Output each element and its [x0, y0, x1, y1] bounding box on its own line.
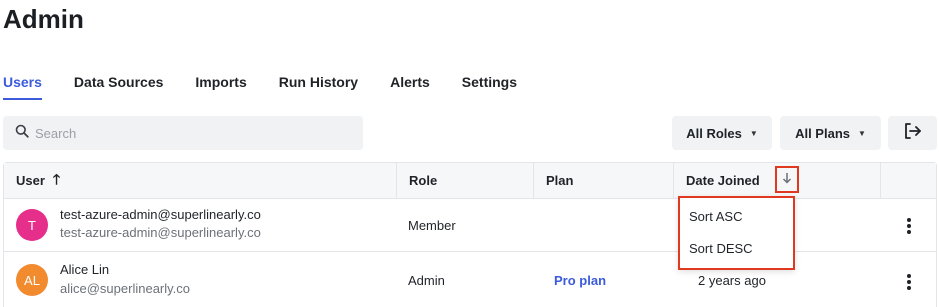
caret-down-icon: ▼	[858, 128, 866, 138]
sort-ascending-icon: 🡑	[52, 170, 61, 187]
user-role: Member	[408, 218, 456, 233]
user-name: Alice Lin	[60, 262, 110, 277]
column-label: Role	[409, 173, 438, 188]
user-role: Admin	[408, 273, 445, 288]
roles-filter-dropdown[interactable]: All Roles ▼	[672, 116, 772, 150]
user-email: alice@superlinearly.co	[60, 281, 191, 296]
search-input[interactable]	[35, 125, 335, 141]
sort-menu: Sort ASC Sort DESC	[678, 196, 795, 270]
arrow-down-icon	[782, 171, 792, 189]
roles-filter-label: All Roles	[686, 125, 742, 141]
tab-imports[interactable]: Imports	[195, 74, 246, 100]
avatar: AL	[16, 264, 48, 296]
column-header-plan[interactable]: Plan	[533, 163, 673, 198]
user-email: test-azure-admin@superlinearly.co	[60, 225, 261, 240]
sort-desc-option[interactable]: Sort DESC	[689, 241, 753, 256]
user-name: test-azure-admin@superlinearly.co	[60, 207, 261, 222]
more-options-icon[interactable]	[899, 216, 919, 236]
column-header-role[interactable]: Role	[396, 163, 533, 198]
tab-run-history[interactable]: Run History	[279, 74, 358, 100]
tab-settings[interactable]: Settings	[462, 74, 517, 100]
search-icon	[15, 124, 29, 143]
table-row[interactable]: T test-azure-admin@superlinearly.co test…	[4, 199, 936, 252]
tab-users[interactable]: Users	[3, 74, 42, 100]
page-title: Admin	[3, 4, 84, 34]
sort-asc-option[interactable]: Sort ASC	[689, 209, 742, 224]
search-box[interactable]	[3, 116, 363, 150]
tab-data-sources[interactable]: Data Sources	[74, 74, 163, 100]
plans-filter-dropdown[interactable]: All Plans ▼	[780, 116, 881, 150]
avatar: T	[16, 209, 48, 241]
column-label: User	[16, 173, 45, 188]
plans-filter-label: All Plans	[795, 125, 850, 141]
more-options-icon[interactable]	[899, 272, 919, 292]
tab-bar: Users Data Sources Imports Run History A…	[3, 74, 549, 100]
column-label: Date Joined	[686, 173, 760, 188]
caret-down-icon: ▼	[749, 128, 758, 138]
column-header-actions	[880, 163, 936, 198]
column-header-user[interactable]: User 🡑	[4, 163, 397, 198]
date-joined-sort-button[interactable]	[775, 166, 799, 193]
column-label: Plan	[546, 173, 574, 188]
user-plan-link[interactable]: Pro plan	[554, 273, 606, 288]
user-date-joined: 2 years ago	[698, 273, 766, 288]
logout-button[interactable]	[888, 116, 937, 150]
table-row[interactable]: AL Alice Lin alice@superlinearly.co Admi…	[4, 252, 936, 307]
tab-alerts[interactable]: Alerts	[390, 74, 430, 100]
logout-arrow-icon	[903, 122, 923, 145]
